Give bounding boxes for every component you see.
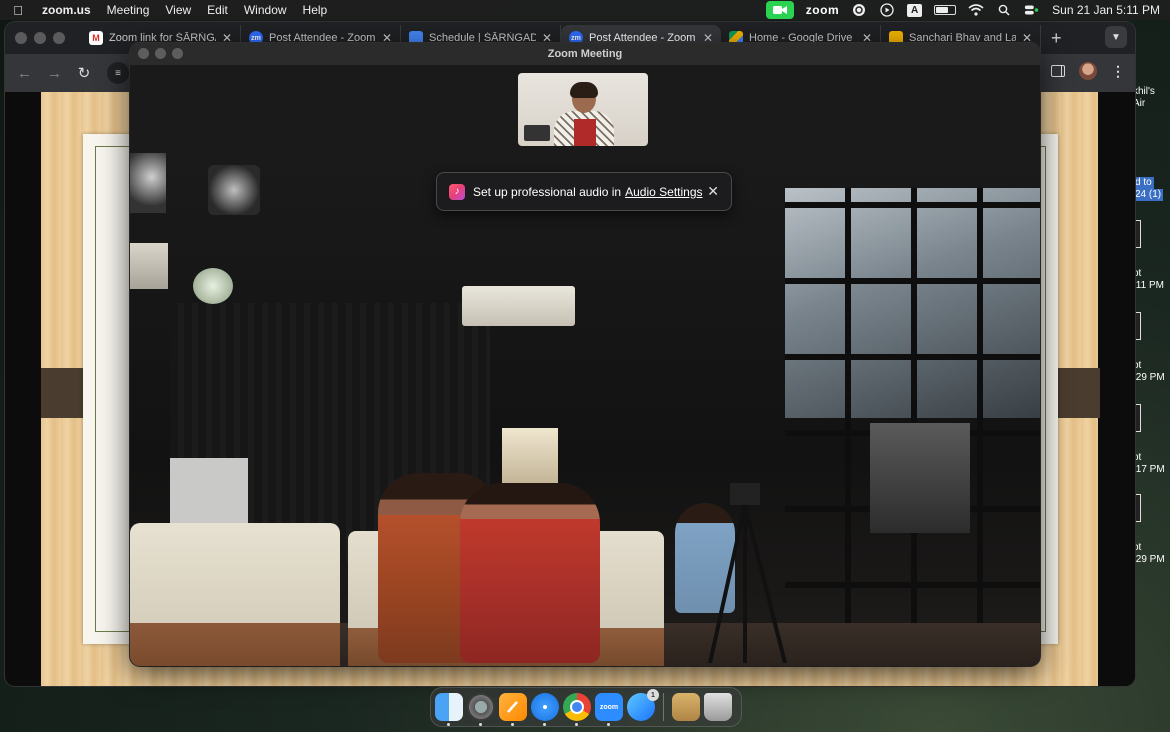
scene-ac-unit xyxy=(462,286,575,326)
profile-avatar[interactable] xyxy=(1079,62,1097,80)
scene-spotlight xyxy=(130,153,166,213)
music-note-icon: ♪ xyxy=(449,183,465,200)
zoom-fullscreen-button[interactable] xyxy=(172,48,183,59)
zoom-title-bar: Zoom Meeting xyxy=(130,43,1040,65)
desktop-item-label: khil's xyxy=(1133,86,1155,97)
menu-bar-clock[interactable]: Sun 21 Jan 5:11 PM xyxy=(1052,3,1160,17)
zoom-meeting-window: Zoom Meeting ♪ Set up professional audio… xyxy=(130,43,1040,666)
scene-person xyxy=(460,483,600,663)
side-panel-icon[interactable] xyxy=(1051,65,1065,77)
reload-icon[interactable]: ↻ xyxy=(77,64,91,82)
minimize-window-button[interactable] xyxy=(34,32,46,44)
system-settings-icon[interactable] xyxy=(467,693,495,726)
close-window-button[interactable] xyxy=(15,32,27,44)
laptop-shape xyxy=(524,125,550,141)
safari-icon[interactable] xyxy=(531,693,559,726)
scene-ac-unit xyxy=(130,243,168,289)
running-indicator xyxy=(511,723,514,726)
zoom-window-controls xyxy=(138,48,183,59)
scene-round-light xyxy=(193,268,233,304)
input-source-icon[interactable]: A xyxy=(907,3,923,17)
shared-video-feed[interactable] xyxy=(130,153,1040,666)
desktop-item-label: .11 PM xyxy=(1133,280,1164,291)
desktop-item-label: 24 (1) xyxy=(1133,189,1164,201)
participant-strip xyxy=(130,65,1040,153)
desktop-item-label: .29 PM xyxy=(1133,554,1165,565)
toolbar-right-controls: ⋮ xyxy=(1051,62,1125,80)
menu-view[interactable]: View xyxy=(165,3,191,17)
archive-utility-icon[interactable] xyxy=(672,693,700,721)
grammarly-icon[interactable] xyxy=(851,3,867,17)
new-tab-button[interactable]: + xyxy=(1051,28,1062,49)
finder-icon[interactable] xyxy=(435,693,463,726)
menu-help[interactable]: Help xyxy=(303,3,328,17)
desktop-item-label: .17 PM xyxy=(1133,464,1165,475)
tab-search-chevron-icon[interactable]: ▼ xyxy=(1105,26,1127,48)
zoom-window-button[interactable] xyxy=(53,32,65,44)
running-indicator xyxy=(607,723,610,726)
menu-meeting[interactable]: Meeting xyxy=(107,3,150,17)
more-menu-icon[interactable]: ⋮ xyxy=(1111,63,1125,80)
app-store-icon[interactable]: 1 xyxy=(627,689,659,721)
menu-edit[interactable]: Edit xyxy=(207,3,228,17)
app-menu[interactable]: zoom.us xyxy=(42,3,91,17)
zoom-app-icon[interactable]: zoom xyxy=(595,693,623,726)
audio-settings-link[interactable]: Audio Settings xyxy=(625,185,702,199)
battery-icon[interactable] xyxy=(934,5,957,15)
participant-figure xyxy=(574,119,596,146)
zoom-status-label[interactable]: zoom xyxy=(806,3,839,17)
menu-bar:  zoom.us Meeting View Edit Window Help … xyxy=(0,0,1170,20)
zoom-close-button[interactable] xyxy=(138,48,149,59)
dock: zoom 1 xyxy=(430,687,742,727)
zoom-app-label: zoom xyxy=(599,703,619,711)
browser-window-controls xyxy=(15,32,65,44)
audio-setup-toast: ♪ Set up professional audio in Audio Set… xyxy=(436,172,732,211)
scene-spotlight xyxy=(208,165,260,215)
wifi-icon[interactable] xyxy=(968,3,984,17)
play-status-icon[interactable] xyxy=(879,3,895,17)
back-arrow-icon[interactable]: ← xyxy=(17,65,32,82)
trash-icon[interactable] xyxy=(704,693,732,721)
menu-window[interactable]: Window xyxy=(244,3,287,17)
zoom-minimize-button[interactable] xyxy=(155,48,166,59)
scene-camera-tripod xyxy=(708,483,787,663)
desktop-item-label: d to xyxy=(1133,177,1154,189)
spotlight-search-icon[interactable] xyxy=(996,3,1012,17)
control-center-icon[interactable] xyxy=(1024,3,1040,17)
scene-sofa xyxy=(130,523,340,666)
running-indicator xyxy=(575,723,578,726)
apple-menu-icon[interactable]:  xyxy=(10,3,26,18)
gmail-icon: M xyxy=(89,31,103,45)
participant-video-thumbnail[interactable] xyxy=(518,73,648,146)
chrome-icon[interactable] xyxy=(563,693,591,726)
zoom-video-status-icon[interactable] xyxy=(765,1,794,19)
running-indicator xyxy=(447,723,450,726)
running-indicator xyxy=(543,723,546,726)
participant-figure xyxy=(570,82,598,98)
toast-text: Set up professional audio in xyxy=(473,184,622,199)
notification-badge: 1 xyxy=(647,689,659,701)
dock-separator xyxy=(663,693,664,721)
running-indicator xyxy=(479,723,482,726)
desktop-item-label: .29 PM xyxy=(1133,372,1165,383)
close-icon[interactable]: ✕ xyxy=(707,183,719,200)
forward-arrow-icon[interactable]: → xyxy=(47,65,62,82)
site-info-icon[interactable]: ≡ xyxy=(107,62,129,84)
pages-icon[interactable] xyxy=(499,693,527,726)
zoom-window-title: Zoom Meeting xyxy=(547,48,623,60)
scene-equipment-rack xyxy=(870,423,970,533)
